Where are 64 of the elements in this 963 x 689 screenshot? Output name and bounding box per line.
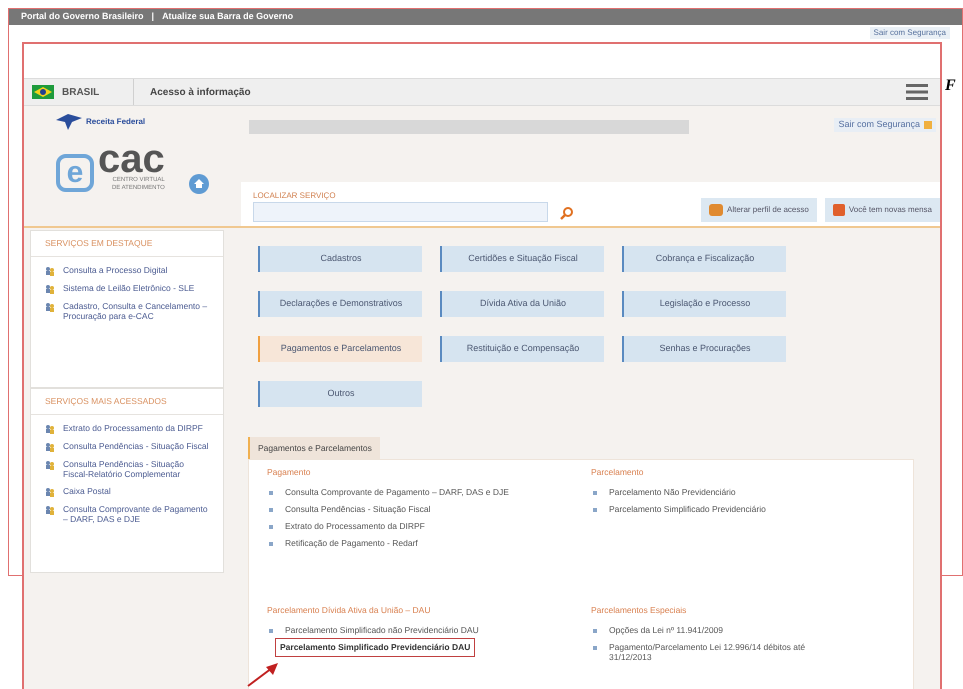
country-label: BRASIL (62, 86, 100, 100)
group-heading: Parcelamentos Especiais (591, 604, 688, 617)
service-link[interactable]: Parcelamento Não Previdenciário (609, 486, 736, 497)
bullet-icon (269, 524, 273, 529)
service-link[interactable]: Opções da Lei nº 11.941/2009 (609, 624, 724, 635)
category-button[interactable]: Legislação e Processo (622, 291, 786, 317)
service-link[interactable]: Parcelamento Simplificado Previdenciário (609, 504, 766, 514)
bullet-icon (593, 508, 597, 512)
sidebar-link[interactable]: Sistema de Leilão Eletrônico - SLE (63, 282, 194, 293)
service-link[interactable]: Parcelamento Simplificado não Previdenciário DAU (285, 624, 479, 635)
bullet-icon (593, 646, 597, 650)
menu-icon[interactable] (906, 83, 928, 101)
header-action-button[interactable]: Alterar perfil de acesso (701, 198, 817, 222)
home-icon[interactable] (188, 174, 209, 194)
category-button[interactable]: Cobrança e Fiscalização (622, 246, 786, 272)
category-button[interactable]: Certidões e Situação Fiscal (440, 246, 604, 272)
flag-icon (32, 85, 54, 99)
logo-text: cac (98, 142, 165, 176)
access-info-link[interactable]: Acesso à informação (150, 84, 251, 100)
service-link[interactable]: Extrato do Processamento da DIRPF (285, 520, 425, 531)
service-link[interactable]: Pagamento/Parcelamento Lei 12.996/14 débitos até 31/12/2013 (609, 642, 839, 662)
category-button[interactable]: Outros (258, 381, 422, 407)
sidebar-link[interactable]: Consulta Pendências - Situação Fiscal-Relatório Complementar (63, 458, 209, 479)
group-heading: Parcelamento Dívida Ativa da União – DAU (267, 604, 432, 617)
section-tab[interactable]: Pagamentos e Parcelamentos (248, 437, 380, 459)
category-button[interactable]: Declarações e Demonstrativos (258, 291, 422, 317)
sidebar-heading: SERVIÇOS MAIS ACESSADOS (31, 389, 223, 415)
sidebar-link[interactable]: Consulta a Processo Digital (63, 264, 168, 275)
service-link[interactable]: Consulta Pendências - Situação Fiscal (285, 504, 431, 514)
sidebar-link[interactable]: Cadastro, Consulta e Cancelamento – Procuração para e-CAC (63, 300, 209, 321)
category-button[interactable]: Dívida Ativa da União (440, 291, 604, 317)
search-field[interactable] (253, 202, 548, 222)
category-button[interactable]: Cadastros (258, 246, 422, 272)
bullet-icon (269, 628, 273, 633)
logout-link[interactable]: Sair com Segurança (870, 27, 950, 39)
pointer-arrow (246, 662, 280, 688)
search-label: LOCALIZAR SERVIÇO (253, 190, 337, 202)
sidebar-link[interactable]: Extrato do Processamento da DIRPF (63, 422, 203, 433)
bullet-icon (593, 490, 597, 495)
highlighted-link[interactable]: Parcelamento Simplificado Previdenciário DAU (275, 638, 476, 656)
bar-text: Portal do Governo Brasileiro (21, 10, 144, 24)
sidebar-link[interactable]: Consulta Comprovante de Pagamento – DARF, DAS e DJE (63, 504, 209, 524)
category-button[interactable]: Pagamentos e Parcelamentos (258, 336, 422, 362)
header-action-button[interactable]: Você tem novas mensa (824, 198, 940, 222)
bullet-icon (593, 628, 597, 633)
group-heading: Pagamento (267, 466, 312, 479)
group-heading: Parcelamento (591, 466, 644, 479)
bullet-icon (269, 490, 273, 495)
category-button[interactable]: Senhas e Procurações (622, 336, 786, 362)
logo-letter: e (56, 154, 94, 192)
bullet-icon (269, 542, 273, 546)
sidebar-link[interactable]: Consulta Pendências - Situação Fiscal (63, 440, 209, 451)
logout-link[interactable]: Sair com Segurança (834, 118, 936, 132)
service-link[interactable]: Consulta Comprovante de Pagamento – DARF, DAS e DJE (285, 486, 509, 497)
sidebar-link[interactable]: Caixa Postal (63, 486, 111, 496)
sidebar-heading: SERVIÇOS EM DESTAQUE (31, 231, 223, 257)
service-link[interactable]: Retificação de Pagamento - Redarf (285, 538, 418, 548)
search-icon[interactable] (560, 206, 574, 220)
figure-letter: F (945, 76, 956, 96)
bar-text: | (152, 10, 154, 24)
bar-text: Atualize sua Barra de Governo (162, 10, 294, 24)
bullet-icon (269, 508, 273, 512)
agency-name: Receita Federal (86, 116, 146, 128)
category-button[interactable]: Restituição e Compensação (440, 336, 604, 362)
